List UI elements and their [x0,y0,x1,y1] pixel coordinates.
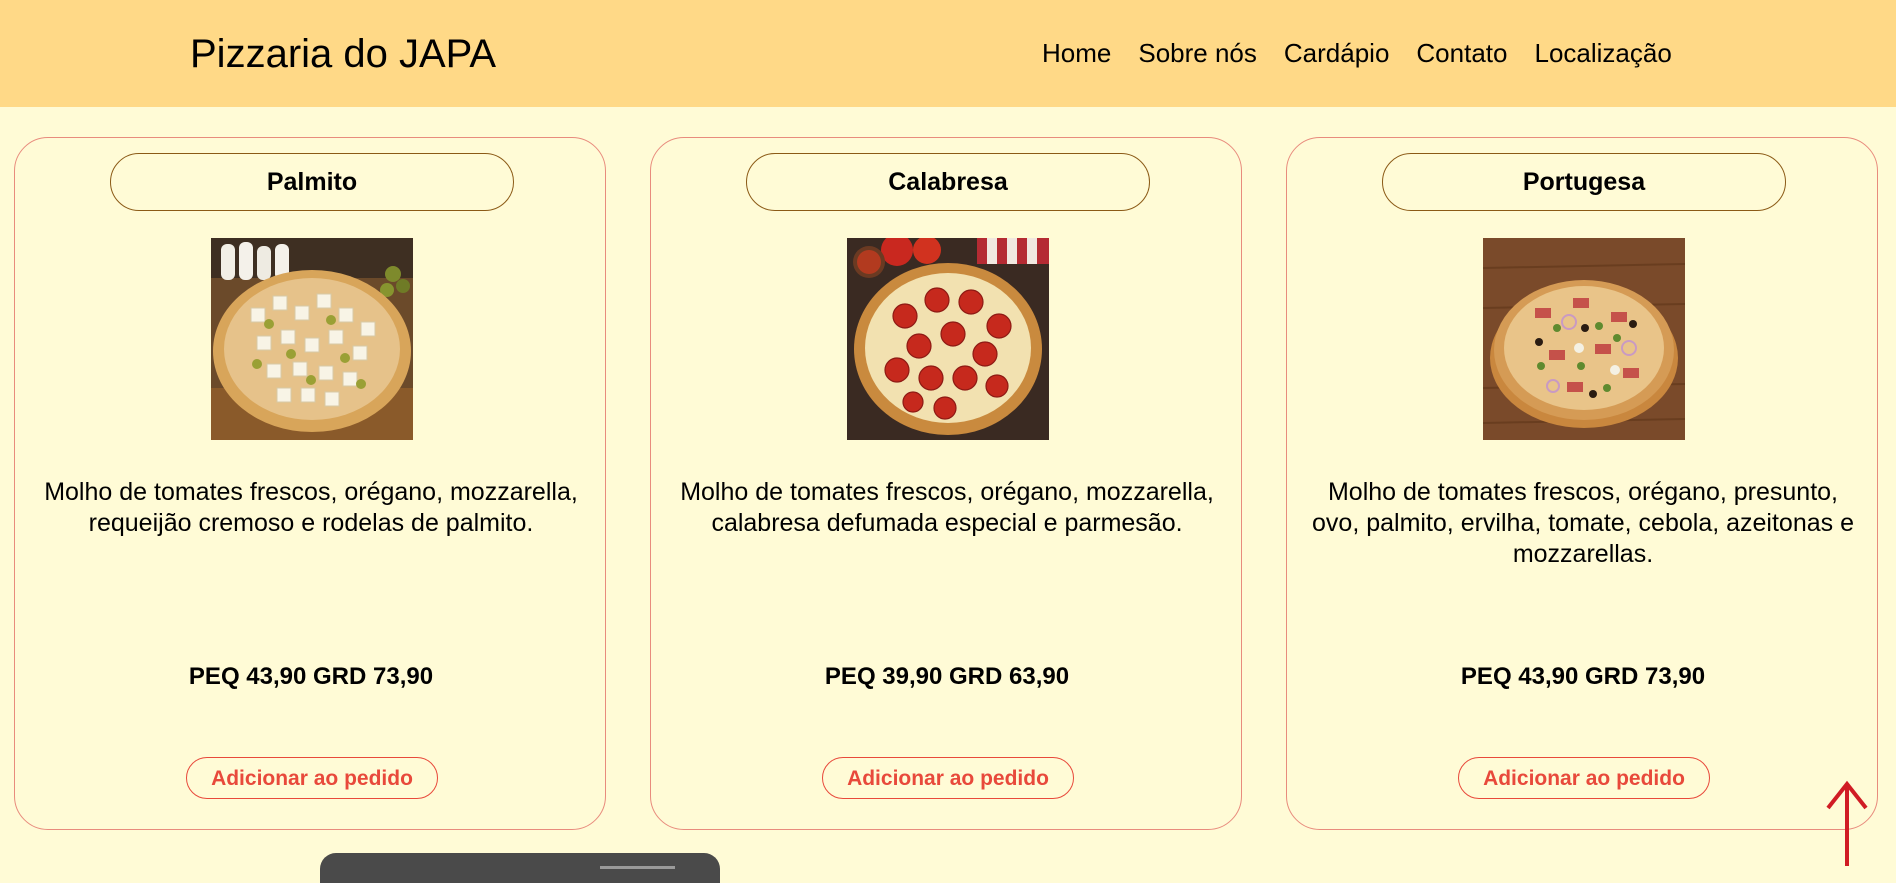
product-price: PEQ 39,90 GRD 63,90 [824,663,1070,690]
add-to-order-button[interactable]: Adicionar ao pedido [1458,757,1710,799]
pizza-portugesa-image [1483,238,1685,440]
nav-link-sobre-nos[interactable]: Sobre nós [1138,38,1257,68]
brand-title: Pizzaria do JAPA [190,32,497,76]
pizza-palmito-image [211,238,413,440]
site-header: Pizzaria do JAPA Home Sobre nós Cardápio… [0,0,1896,107]
product-description: Molho de tomates frescos, orégano, mozza… [44,478,578,537]
nav-link-localizacao[interactable]: Localização [1534,38,1671,68]
product-card-portugesa: Portugesa Molho de tomates frescos, orég… [1286,137,1878,830]
nav-link-home[interactable]: Home [1042,38,1111,68]
bottom-overlay-handle [600,866,675,869]
product-card-palmito: Palmito Molho de tomates frescos, orégan… [14,137,606,830]
main-nav: Home Sobre nós Cardápio Contato Localiza… [1042,38,1699,68]
nav-link-contato[interactable]: Contato [1416,38,1507,68]
add-to-order-button[interactable]: Adicionar ao pedido [186,757,438,799]
pizza-calabresa-image [847,238,1049,440]
product-price: PEQ 43,90 GRD 73,90 [1460,663,1706,690]
product-description: Molho de tomates frescos, orégano, presu… [1312,478,1854,568]
product-title: Portugesa [1382,153,1786,211]
product-description: Molho de tomates frescos, orégano, mozza… [680,478,1214,537]
add-to-order-button[interactable]: Adicionar ao pedido [822,757,1074,799]
nav-link-cardapio[interactable]: Cardápio [1284,38,1390,68]
product-title: Calabresa [746,153,1150,211]
product-card-calabresa: Calabresa Molho de tomates frescos, orég… [650,137,1242,830]
product-price: PEQ 43,90 GRD 73,90 [188,663,434,690]
scroll-to-top-button[interactable] [1824,780,1870,866]
product-title: Palmito [110,153,514,211]
arrow-up-icon [1826,780,1868,866]
bottom-overlay-bar [320,853,720,883]
